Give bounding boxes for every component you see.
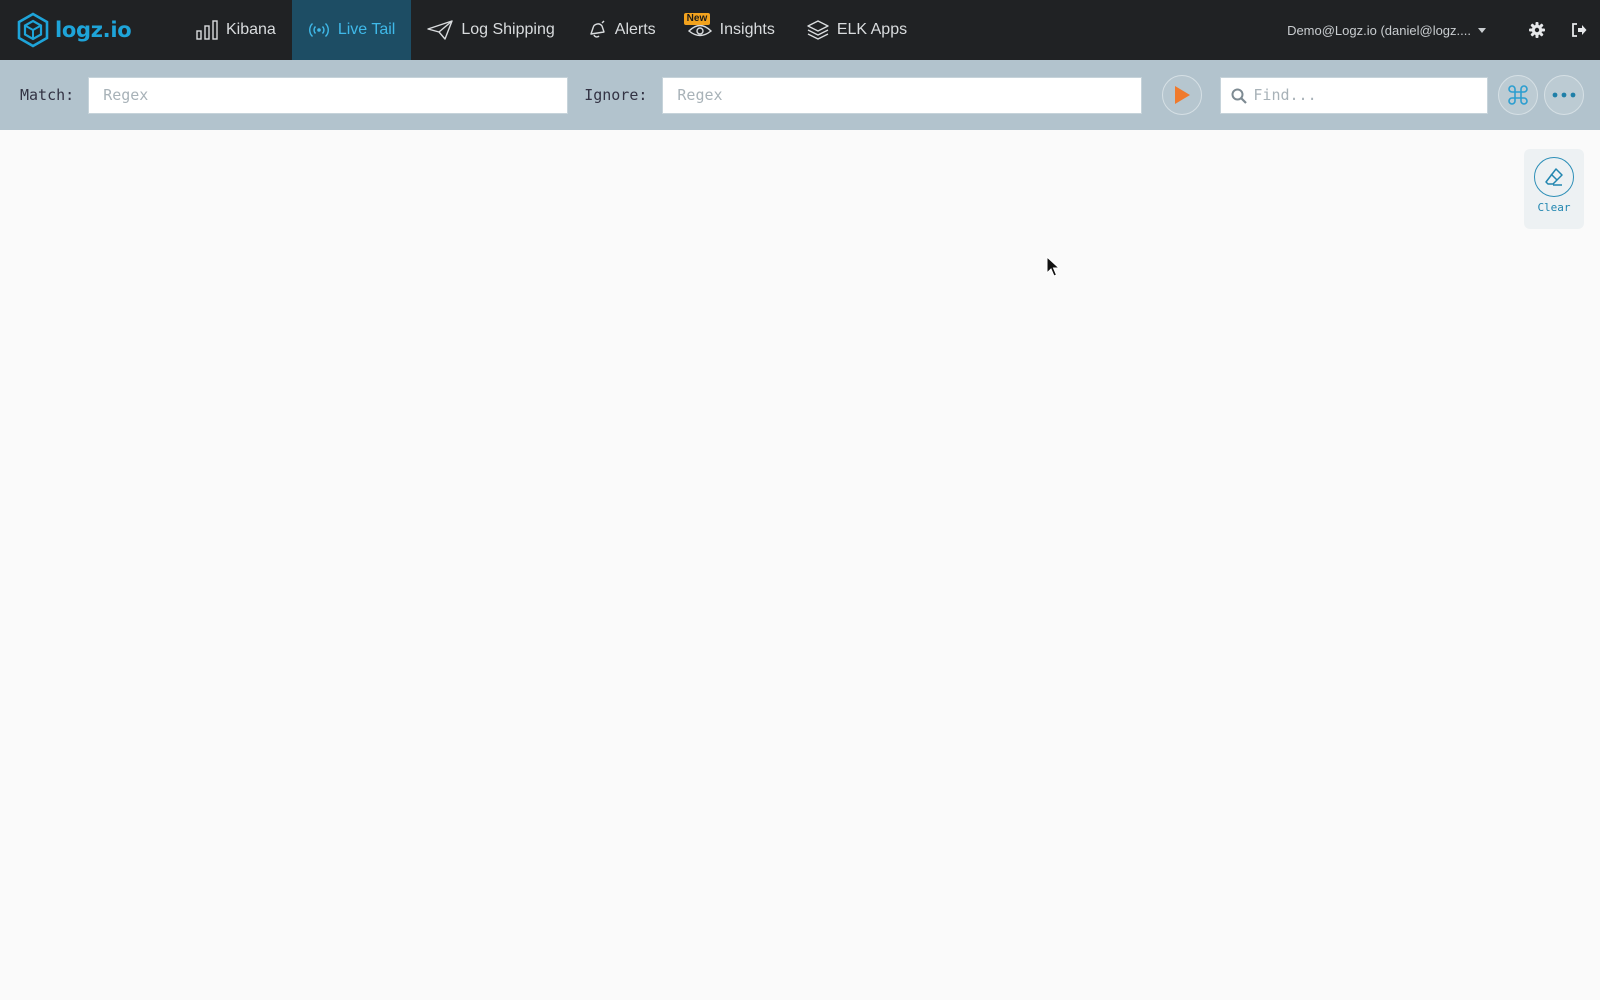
play-icon [1175, 86, 1191, 104]
mouse-cursor-icon [1046, 256, 1060, 277]
user-account-label: Demo@Logz.io (daniel@logz.... [1287, 22, 1471, 38]
caret-down-icon [1478, 27, 1486, 33]
search-icon [1231, 88, 1248, 104]
find-input[interactable] [1220, 76, 1489, 114]
ellipsis-icon [1553, 92, 1576, 98]
cube-logo-icon [17, 12, 49, 48]
nav-item-kibana[interactable]: Kibana [180, 0, 292, 60]
clear-icon-circle [1534, 157, 1574, 197]
live-tail-filter-bar: Match: Ignore: [0, 60, 1600, 130]
ignore-label: Ignore: [584, 86, 648, 104]
settings-button[interactable] [1516, 0, 1558, 60]
nav-label-log-shipping: Log Shipping [461, 21, 555, 38]
command-icon [1508, 85, 1529, 105]
match-regex-input[interactable] [88, 76, 569, 114]
brand-logo[interactable]: logz.io [0, 0, 180, 60]
broadcast-icon [308, 22, 329, 38]
nav-item-log-shipping[interactable]: Log Shipping [411, 0, 570, 60]
nav-label-elk-apps: ELK Apps [836, 21, 908, 38]
sign-out-icon [1572, 23, 1587, 37]
bell-icon [590, 20, 605, 38]
clear-label: Clear [1537, 201, 1571, 214]
live-tail-log-area [0, 130, 1600, 1000]
new-badge: New [683, 13, 711, 25]
paper-plane-icon [427, 20, 454, 40]
clear-button[interactable]: Clear [1524, 149, 1584, 229]
brand-name: logz.io [55, 18, 132, 42]
more-options-button[interactable] [1544, 75, 1585, 115]
nav-right-area: Demo@Logz.io (daniel@logz.... [1287, 0, 1600, 60]
nav-item-elk-apps[interactable]: ELK Apps [791, 0, 923, 60]
match-label: Match: [20, 86, 75, 104]
nav-item-alerts[interactable]: Alerts [571, 0, 672, 60]
nav-label-live-tail: Live Tail [337, 21, 396, 38]
ignore-regex-input[interactable] [662, 76, 1143, 114]
find-field [1220, 76, 1489, 114]
user-account-dropdown[interactable]: Demo@Logz.io (daniel@logz.... [1287, 23, 1486, 38]
nav-label-insights: Insights [719, 21, 775, 38]
start-tail-button[interactable] [1162, 75, 1203, 115]
logout-button[interactable] [1558, 0, 1600, 60]
nav-label-alerts: Alerts [614, 21, 656, 38]
nav-label-kibana: Kibana [226, 21, 276, 38]
main-menu: Kibana Live Tail Log Shipping Alerts New… [180, 0, 923, 60]
top-navigation-bar: logz.io Kibana Live Tail Log Shipping Al… [0, 0, 1600, 60]
gear-icon [1529, 22, 1545, 38]
eraser-icon [1545, 168, 1563, 186]
nav-item-insights[interactable]: New Insights [672, 0, 791, 60]
nav-item-live-tail[interactable]: Live Tail [291, 0, 412, 60]
keyboard-shortcuts-button[interactable] [1498, 75, 1539, 115]
layers-icon [807, 20, 829, 40]
bar-chart-icon [196, 20, 218, 40]
